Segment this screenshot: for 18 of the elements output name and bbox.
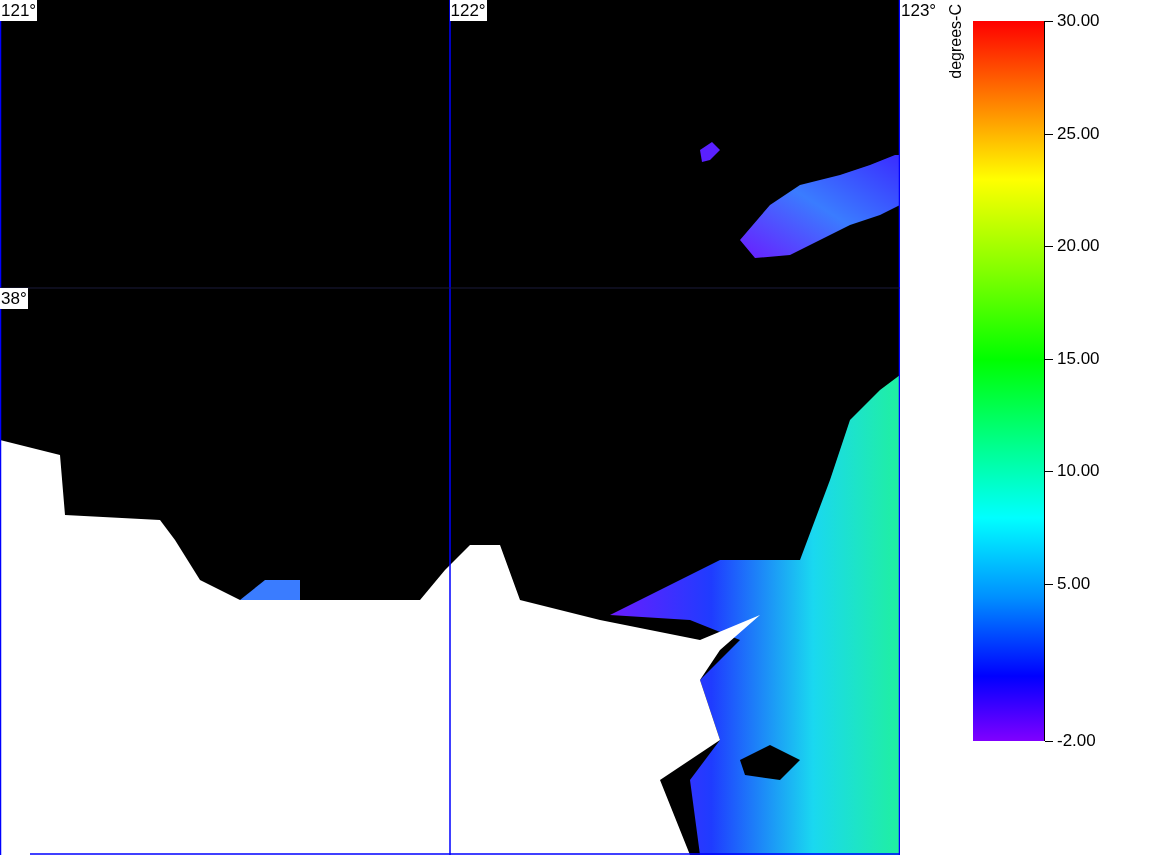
longitude-label: 122° bbox=[449, 0, 487, 21]
colorbar-tick bbox=[1045, 358, 1053, 360]
colorbar-tick-label: 10.00 bbox=[1057, 460, 1100, 482]
latitude-label: 38° bbox=[0, 288, 28, 309]
colorbar-tick bbox=[1045, 21, 1053, 22]
colorbar-tick-label: 5.00 bbox=[1057, 572, 1091, 595]
colorbar-tick-label: 20.00 bbox=[1057, 235, 1100, 257]
colorbar-tick bbox=[1045, 471, 1053, 472]
colorbar-tick bbox=[1045, 133, 1053, 135]
colorbar-tick-label: -2.00 bbox=[1057, 730, 1096, 752]
colorbar-tick bbox=[1045, 741, 1053, 742]
colorbar-tick bbox=[1045, 246, 1053, 247]
colorbar-tick-label: 25.00 bbox=[1057, 122, 1100, 145]
colorbar-title: degrees-C bbox=[946, 4, 965, 79]
colorbar-tick-label: 15.00 bbox=[1057, 347, 1100, 370]
colorbar-tick-label: 30.00 bbox=[1057, 10, 1100, 32]
longitude-label: 121° bbox=[0, 0, 38, 21]
colorbar-tick bbox=[1045, 583, 1053, 585]
